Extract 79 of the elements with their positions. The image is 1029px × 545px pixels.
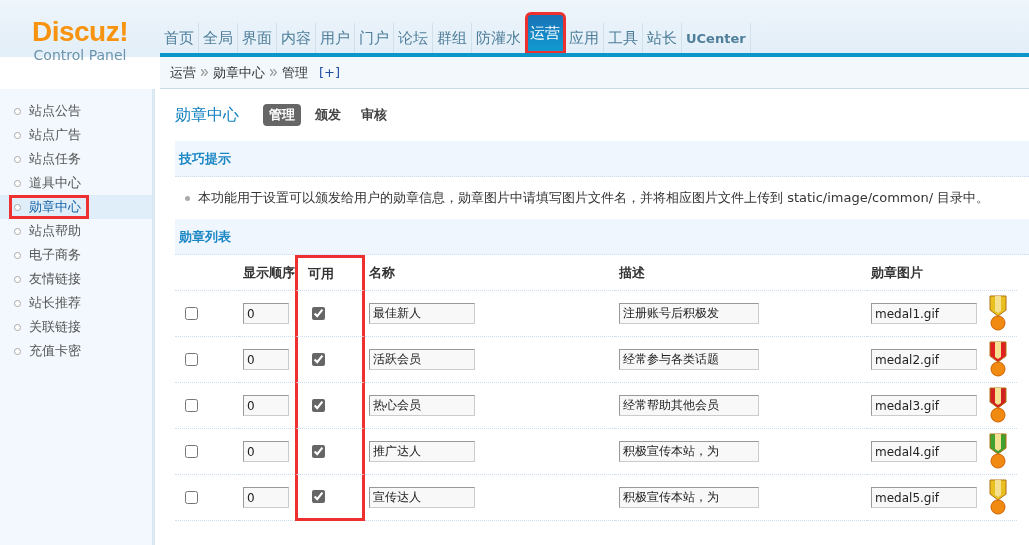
bullet-icon (185, 195, 190, 201)
sidebar-item[interactable]: 站点帮助 (0, 219, 152, 243)
page-tab[interactable]: 颁发 (309, 104, 347, 126)
sidebar-item[interactable]: 电子商务 (0, 243, 152, 267)
breadcrumb-item[interactable]: 勋章中心 (213, 63, 265, 82)
enabled-checkbox[interactable] (312, 307, 325, 320)
row-checkbox[interactable] (185, 307, 198, 320)
order-field[interactable]: 0 (243, 303, 289, 324)
breadcrumb-item[interactable]: 管理 (282, 63, 308, 82)
image-field[interactable]: medal4.gif (871, 441, 977, 462)
nav-tab[interactable]: 运营 (526, 13, 565, 53)
logo-subtitle: Control Panel (33, 46, 127, 64)
column-header: 描述 (615, 255, 867, 291)
medal-icon (987, 432, 1009, 471)
bullet-icon (14, 251, 21, 259)
sidebar-item[interactable]: 站点任务 (0, 147, 152, 171)
description-field[interactable]: 积极宣传本站，为 (619, 487, 759, 508)
description-field[interactable]: 注册账号后积极发 (619, 303, 759, 324)
section-title: 技巧提示 (179, 149, 231, 168)
enabled-checkbox[interactable] (312, 490, 325, 503)
sidebar-item[interactable]: 充值卡密 (0, 339, 152, 363)
medal-icon (987, 340, 1009, 379)
sidebar-item[interactable]: 站点公告 (0, 99, 152, 123)
bullet-icon (14, 155, 21, 163)
sidebar-item[interactable]: 勋章中心 (0, 195, 152, 219)
bullet-icon (14, 131, 21, 139)
medal-icon (987, 294, 1009, 333)
order-field[interactable]: 0 (243, 487, 289, 508)
order-field[interactable]: 0 (243, 395, 289, 416)
medal-icon (987, 386, 1009, 425)
chevron-icon (201, 69, 208, 76)
sidebar-item[interactable]: 关联链接 (0, 315, 152, 339)
bullet-icon (14, 347, 21, 355)
image-field[interactable]: medal5.gif (871, 487, 977, 508)
medal-icon (987, 478, 1009, 517)
order-field[interactable]: 0 (243, 349, 289, 370)
chevron-icon (270, 69, 277, 76)
column-header: 勋章图片 (867, 255, 1017, 291)
order-field[interactable]: 0 (243, 441, 289, 462)
bullet-icon (14, 107, 21, 115)
name-field[interactable]: 宣传达人 (369, 487, 475, 508)
add-link[interactable]: [+] (319, 65, 341, 80)
column-header: 可用 (295, 255, 365, 291)
enabled-checkbox[interactable] (312, 353, 325, 366)
row-checkbox[interactable] (185, 491, 198, 504)
name-field[interactable]: 最佳新人 (369, 303, 475, 324)
name-field[interactable]: 活跃会员 (369, 349, 475, 370)
row-checkbox[interactable] (185, 445, 198, 458)
bullet-icon (14, 179, 21, 187)
image-field[interactable]: medal2.gif (871, 349, 977, 370)
bullet-icon (14, 275, 21, 283)
sidebar-item[interactable]: 道具中心 (0, 171, 152, 195)
description-field[interactable]: 积极宣传本站，为 (619, 441, 759, 462)
row-checkbox[interactable] (185, 353, 198, 366)
breadcrumb-item[interactable]: 运营 (170, 63, 196, 82)
logo-text: Discuz! (31, 18, 129, 46)
description-field[interactable]: 经常参与各类话题 (619, 349, 759, 370)
tip-text: 本功能用于设置可以颁发给用户的勋章信息，勋章图片中请填写图片文件名，并将相应图片文件上传到 static/image/common/ 目录中。 (198, 189, 990, 207)
sidebar-item[interactable]: 站长推荐 (0, 291, 152, 315)
bullet-icon (14, 227, 21, 235)
bullet-icon (14, 203, 21, 211)
sidebar-item[interactable]: 站点广告 (0, 123, 152, 147)
row-checkbox[interactable] (185, 399, 198, 412)
page-tab[interactable]: 管理 (263, 104, 301, 126)
page-tab[interactable]: 审核 (355, 104, 393, 126)
bullet-icon (14, 323, 21, 331)
description-field[interactable]: 经常帮助其他会员 (619, 395, 759, 416)
sidebar-item[interactable]: 友情链接 (0, 267, 152, 291)
column-header: 名称 (365, 255, 615, 291)
enabled-checkbox[interactable] (312, 399, 325, 412)
image-field[interactable]: medal3.gif (871, 395, 977, 416)
page-title: 勋章中心 (175, 104, 239, 126)
section-title: 勋章列表 (179, 227, 231, 246)
column-header: 显示顺序 (239, 255, 295, 291)
image-field[interactable]: medal1.gif (871, 303, 977, 324)
name-field[interactable]: 推广达人 (369, 441, 475, 462)
bullet-icon (14, 299, 21, 307)
name-field[interactable]: 热心会员 (369, 395, 475, 416)
enabled-checkbox[interactable] (312, 445, 325, 458)
